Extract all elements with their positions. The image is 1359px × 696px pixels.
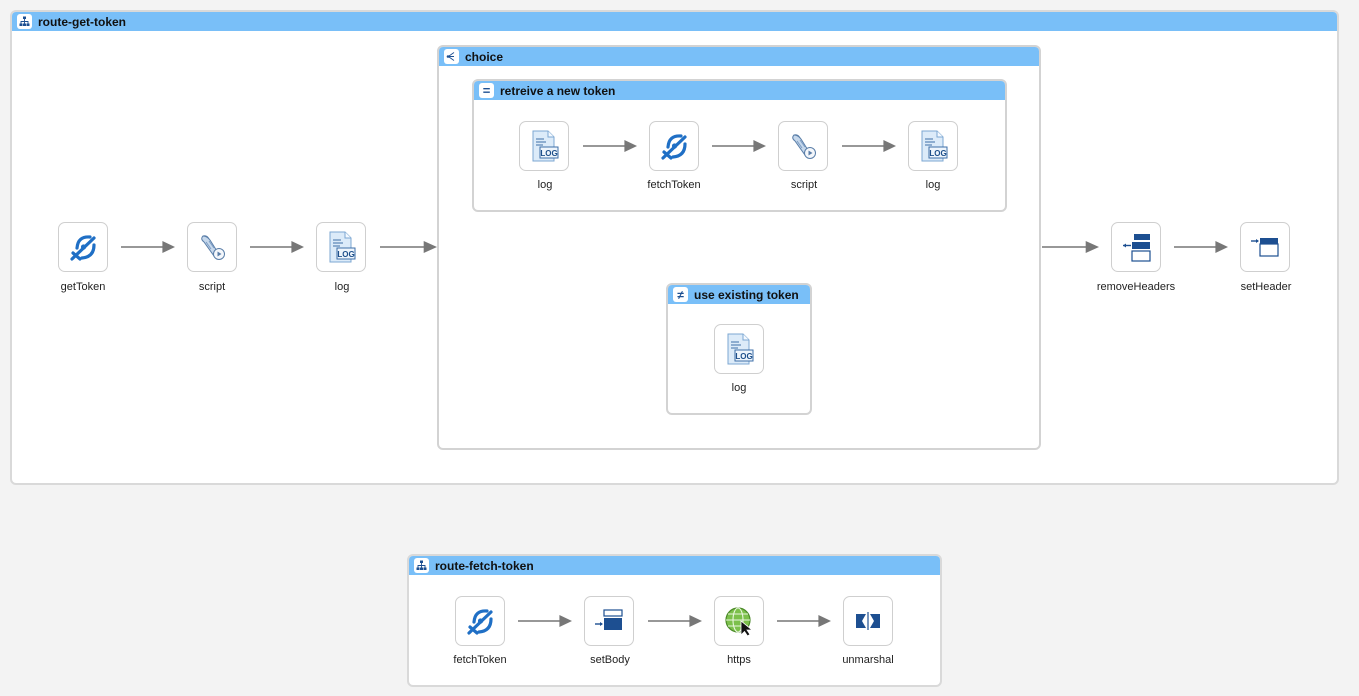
node-log[interactable] xyxy=(714,324,764,374)
node-fetchToken[interactable] xyxy=(649,121,699,171)
to-icon xyxy=(659,131,689,161)
node-removeHeaders[interactable] xyxy=(1111,222,1161,272)
node-label-removeHeaders: removeHeaders xyxy=(1096,281,1176,293)
flow-arrow xyxy=(648,615,702,627)
script-icon xyxy=(788,131,818,161)
node-setHeader[interactable] xyxy=(1240,222,1290,272)
choice-icon xyxy=(444,49,459,64)
node-label-script: script xyxy=(198,281,226,293)
node-label-log: log xyxy=(537,179,553,191)
node-label-fetchToken: fetchToken xyxy=(647,179,701,191)
log-icon xyxy=(918,130,948,162)
when-title: retreive a new token xyxy=(500,83,616,98)
flow-arrow xyxy=(380,241,437,253)
log-icon xyxy=(724,333,754,365)
when-header[interactable]: = retreive a new token xyxy=(474,81,1005,100)
log-icon xyxy=(326,231,356,263)
remove-headers-icon xyxy=(1121,232,1151,262)
globe-icon xyxy=(724,606,754,636)
otherwise-title: use existing token xyxy=(694,287,799,302)
route-header[interactable]: route-get-token xyxy=(12,12,1337,31)
node-label-setBody: setBody xyxy=(590,654,630,666)
node-script[interactable] xyxy=(778,121,828,171)
flow-arrow xyxy=(777,615,831,627)
flow-arrow xyxy=(712,140,766,152)
node-log[interactable] xyxy=(519,121,569,171)
node-label-setHeader: setHeader xyxy=(1240,281,1292,293)
node-label-unmarshal: unmarshal xyxy=(842,654,894,666)
node-label-log: log xyxy=(925,179,941,191)
node-log[interactable] xyxy=(316,222,366,272)
set-body-icon xyxy=(594,606,624,636)
flow-arrow xyxy=(842,140,896,152)
route-icon xyxy=(414,558,429,573)
flow-arrow xyxy=(250,241,304,253)
node-getToken[interactable] xyxy=(58,222,108,272)
node-label-https: https xyxy=(727,654,751,666)
flow-arrow xyxy=(1042,241,1099,253)
choice-header[interactable]: choice xyxy=(439,47,1039,66)
not-equal-icon: ≠ xyxy=(673,287,688,302)
otherwise-header[interactable]: ≠ use existing token xyxy=(668,285,810,304)
node-setBody[interactable] xyxy=(584,596,634,646)
node-label-fetchToken: fetchToken xyxy=(453,654,507,666)
flow-arrow xyxy=(121,241,175,253)
flow-arrow xyxy=(583,140,637,152)
script-icon xyxy=(197,232,227,262)
route-header[interactable]: route-fetch-token xyxy=(409,556,940,575)
node-label-log: log xyxy=(731,382,747,394)
node-log[interactable] xyxy=(908,121,958,171)
flow-arrow xyxy=(1174,241,1228,253)
node-fetchToken[interactable] xyxy=(455,596,505,646)
log-icon xyxy=(529,130,559,162)
node-script[interactable] xyxy=(187,222,237,272)
equals-icon: = xyxy=(479,83,494,98)
unmarshal-icon xyxy=(853,606,883,636)
route-title: route-fetch-token xyxy=(435,558,534,573)
to-icon xyxy=(465,606,495,636)
to-icon xyxy=(68,232,98,262)
node-label-log: log xyxy=(334,281,350,293)
route-icon xyxy=(17,14,32,29)
node-label-getToken: getToken xyxy=(60,281,106,293)
node-unmarshal[interactable] xyxy=(843,596,893,646)
set-header-icon xyxy=(1250,232,1280,262)
route-title: route-get-token xyxy=(38,14,126,29)
node-https[interactable] xyxy=(714,596,764,646)
node-label-script: script xyxy=(790,179,818,191)
flow-arrow xyxy=(518,615,572,627)
choice-title: choice xyxy=(465,49,504,64)
